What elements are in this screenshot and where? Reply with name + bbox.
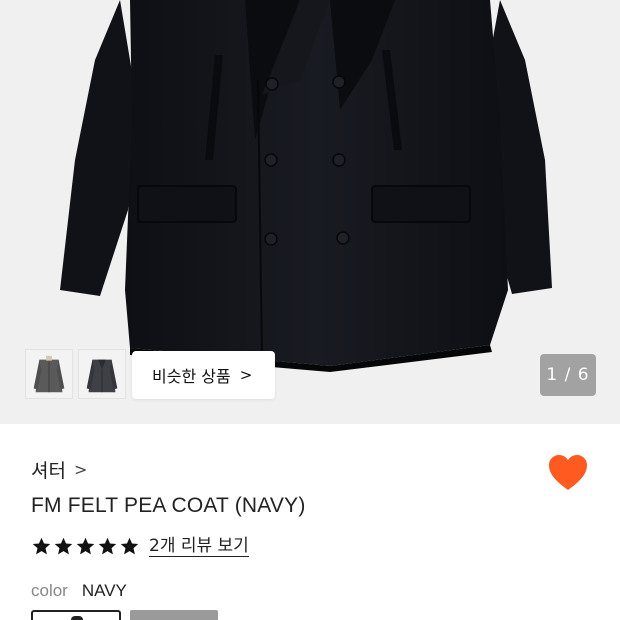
coat-swatch-icon bbox=[71, 616, 83, 620]
rating-row: 2개 리뷰 보기 bbox=[31, 536, 249, 557]
thumbnail-gray-coat[interactable] bbox=[25, 349, 73, 399]
color-swatch-navy[interactable] bbox=[31, 610, 121, 620]
similar-products-button[interactable]: 비슷한 상품 > bbox=[132, 351, 275, 399]
product-title: FM FELT PEA COAT (NAVY) bbox=[31, 494, 306, 517]
review-link[interactable]: 2개 리뷰 보기 bbox=[149, 536, 249, 557]
chevron-right-icon: > bbox=[239, 366, 253, 384]
color-swatch-gray[interactable] bbox=[130, 610, 218, 620]
color-value: NAVY bbox=[81, 581, 127, 600]
star-icon bbox=[32, 537, 51, 555]
coat-thumbnail-icon bbox=[26, 350, 72, 398]
star-icon bbox=[54, 537, 73, 555]
star-icon bbox=[98, 537, 117, 555]
heart-icon[interactable] bbox=[548, 454, 588, 492]
thumbnail-charcoal-coat[interactable] bbox=[78, 349, 126, 399]
similar-products-label: 비슷한 상품 bbox=[152, 367, 231, 386]
image-counter: 1 / 6 bbox=[540, 354, 596, 396]
color-label: color bbox=[31, 581, 68, 600]
star-icon bbox=[76, 537, 95, 555]
star-icon bbox=[120, 537, 139, 555]
product-image-gallery[interactable]: 비슷한 상품 > 1 / 6 bbox=[0, 0, 620, 424]
chevron-right-icon: > bbox=[73, 460, 88, 479]
color-row: color NAVY bbox=[31, 581, 127, 601]
brand-link[interactable]: 셔터 > bbox=[31, 456, 87, 483]
star-rating bbox=[31, 536, 140, 557]
coat-thumbnail-icon bbox=[79, 350, 125, 398]
brand-name: 셔터 bbox=[31, 460, 66, 482]
